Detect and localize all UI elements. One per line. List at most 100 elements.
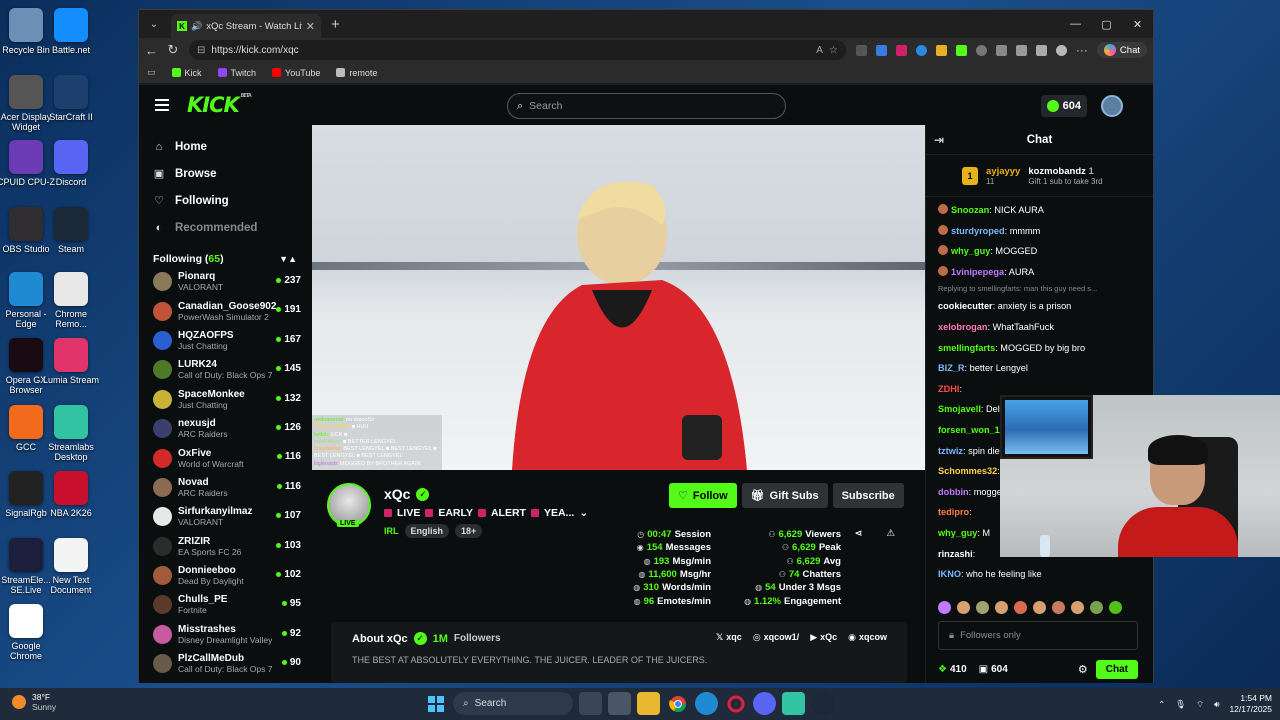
desktop-icon-13[interactable]: Streamlabs Desktop: [40, 405, 102, 462]
profile-avatar[interactable]: [1055, 44, 1067, 56]
bookmark-2[interactable]: YouTube: [272, 68, 320, 78]
sidebar-item-home[interactable]: ⌂ Home: [153, 133, 305, 160]
extension-icon[interactable]: [895, 44, 907, 56]
clock[interactable]: 1:54 PM 12/17/2025: [1229, 693, 1272, 715]
tag-english[interactable]: English: [404, 524, 450, 538]
site-info-icon[interactable]: ⊟: [197, 45, 205, 56]
tag-18plus[interactable]: 18+: [455, 524, 483, 538]
sidebar-item-recommended[interactable]: ◐ Recommended: [153, 214, 305, 241]
report-icon[interactable]: ⚠: [886, 528, 895, 539]
sidebar-item-following[interactable]: ♡ Following: [153, 187, 305, 214]
following-channel[interactable]: Misstrashes Disney Dreamlight Valley 92: [139, 620, 305, 649]
taskbar-search[interactable]: ⌕ Search: [453, 692, 573, 715]
chat-username[interactable]: sturdyroped: [951, 226, 1005, 236]
chat-username[interactable]: why_guy: [951, 246, 990, 256]
following-channel[interactable]: SpaceMonkee Just Chatting 132: [139, 385, 305, 414]
emote-icon[interactable]: [957, 601, 970, 614]
tab-actions-chevron-icon[interactable]: ⌄: [143, 14, 165, 34]
emote-icon[interactable]: [976, 601, 989, 614]
task-view-icon[interactable]: [579, 692, 602, 715]
title-expand-chevron-icon[interactable]: ⌄: [579, 507, 588, 519]
following-channel[interactable]: LURK24 Call of Duty: Black Ops 7 145: [139, 355, 305, 384]
address-bar[interactable]: ⊟ https://kick.com/xqc A ☆: [189, 40, 846, 60]
chat-username[interactable]: forsen_won_15: [938, 425, 1005, 435]
chat-username[interactable]: smellingfarts: [938, 343, 995, 353]
video-player[interactable]: neduaermal: no moooSb chery_LowPlo: ■ HUH…: [312, 125, 925, 470]
user-avatar[interactable]: [1101, 95, 1123, 117]
tab-kick-xqc[interactable]: K 🔊 xQc Stream - Watch Live on K ✕: [171, 14, 321, 38]
chat-settings-icon[interactable]: ⚙: [1078, 663, 1088, 676]
emote-icon[interactable]: [1109, 601, 1122, 614]
back-icon[interactable]: ←: [145, 43, 158, 58]
emote-icon[interactable]: [938, 601, 951, 614]
extension-icon[interactable]: [875, 44, 887, 56]
collapse-chat-icon[interactable]: ⇥: [934, 133, 944, 147]
read-aloud-icon[interactable]: A: [816, 45, 823, 56]
collections-icon[interactable]: [1035, 44, 1047, 56]
share-icon[interactable]: ⋖: [855, 528, 863, 539]
extension-icon[interactable]: [855, 44, 867, 56]
social-link-xqcow1[interactable]: ◎ xqcow1/: [753, 632, 799, 643]
desktop-icon-7[interactable]: Steam: [40, 207, 102, 254]
chrome-taskbar-icon[interactable]: [666, 692, 689, 715]
opera-taskbar-icon[interactable]: [724, 692, 747, 715]
sort-arrow-icon[interactable]: ▼▲: [279, 254, 297, 264]
second-username[interactable]: kozmobandz: [1028, 166, 1086, 177]
emote-icon[interactable]: [1014, 601, 1027, 614]
following-channel[interactable]: ZRIZIR EA Sports FC 26 103: [139, 532, 305, 561]
favorite-star-icon[interactable]: ☆: [829, 45, 838, 56]
tab-close-icon[interactable]: ✕: [306, 20, 315, 33]
following-channel[interactable]: nexusjd ARC Raiders 126: [139, 414, 305, 443]
leader-username[interactable]: ayjayyy: [986, 166, 1020, 177]
chat-username[interactable]: Smojavell: [938, 404, 981, 414]
speaker-icon[interactable]: 🔊: [191, 21, 202, 32]
bookmark-1[interactable]: Twitch: [217, 68, 256, 78]
minimize-button[interactable]: —: [1060, 10, 1091, 38]
following-channel[interactable]: Donnieeboo Dead By Daylight 102: [139, 561, 305, 590]
follow-button[interactable]: ♡ Follow: [669, 483, 737, 508]
chat-send-button[interactable]: Chat: [1095, 659, 1138, 679]
search-box[interactable]: ⌕ Search: [507, 93, 786, 119]
emote-icon[interactable]: [1071, 601, 1084, 614]
desktop-icon-1[interactable]: Battle.net: [40, 8, 102, 55]
gift-subs-button[interactable]: 🎁︎ Gift Subs: [741, 483, 828, 508]
following-channel[interactable]: PlzCallMeDub Call of Duty: Black Ops 7 90: [139, 649, 305, 678]
file-explorer-icon[interactable]: [637, 692, 660, 715]
hamburger-menu-icon[interactable]: [155, 99, 169, 111]
start-button[interactable]: [424, 692, 447, 715]
emote-icon[interactable]: [1052, 601, 1065, 614]
desktop-icon-11[interactable]: Lumia Stream: [40, 338, 102, 385]
chat-username[interactable]: rinzashi: [938, 549, 973, 559]
chat-username[interactable]: Schommes32: [938, 466, 997, 476]
more-menu-icon[interactable]: ···: [1076, 43, 1088, 57]
copilot-chat-button[interactable]: Chat: [1096, 42, 1147, 58]
steam-taskbar-icon[interactable]: [811, 692, 834, 715]
chat-username[interactable]: Snoozan: [951, 205, 989, 215]
chat-username[interactable]: tedipro: [938, 507, 969, 517]
refresh-icon[interactable]: ↻: [167, 42, 179, 58]
close-window-button[interactable]: ✕: [1122, 10, 1153, 38]
chat-username[interactable]: why_guy: [938, 528, 977, 538]
following-channel[interactable]: Sirfurkanyilmaz VALORANT 107: [139, 502, 305, 531]
discord-taskbar-icon[interactable]: [753, 692, 776, 715]
bookmark-3[interactable]: remote: [336, 68, 377, 78]
emote-icon[interactable]: [1033, 601, 1046, 614]
sidebar-item-browse[interactable]: ▣ Browse: [153, 160, 305, 187]
following-channel[interactable]: Canadian_Goose902 PowerWash Simulator 2 19…: [139, 296, 305, 325]
social-link-xqcow[interactable]: ◉ xqcow: [848, 632, 887, 643]
edge-taskbar-icon[interactable]: [695, 692, 718, 715]
kick-logo[interactable]: KICK BETA: [187, 93, 252, 117]
emote-icon[interactable]: [1090, 601, 1103, 614]
emote-icon[interactable]: [995, 601, 1008, 614]
desktop-icon-3[interactable]: StarCraft II: [40, 75, 102, 122]
chat-username[interactable]: dobbin: [938, 487, 969, 497]
kicks-balance[interactable]: 604: [1040, 95, 1087, 117]
favorites-icon[interactable]: [1015, 44, 1027, 56]
weather-widget[interactable]: 38°F Sunny: [12, 692, 56, 712]
category-link[interactable]: IRL: [384, 526, 399, 536]
chat-username[interactable]: BIZ_R: [938, 363, 965, 373]
widgets-icon[interactable]: [608, 692, 631, 715]
social-link-xQc[interactable]: ▶ xQc: [810, 632, 837, 643]
extension-icon[interactable]: [955, 44, 967, 56]
subscribe-button[interactable]: Subscribe: [832, 483, 904, 508]
